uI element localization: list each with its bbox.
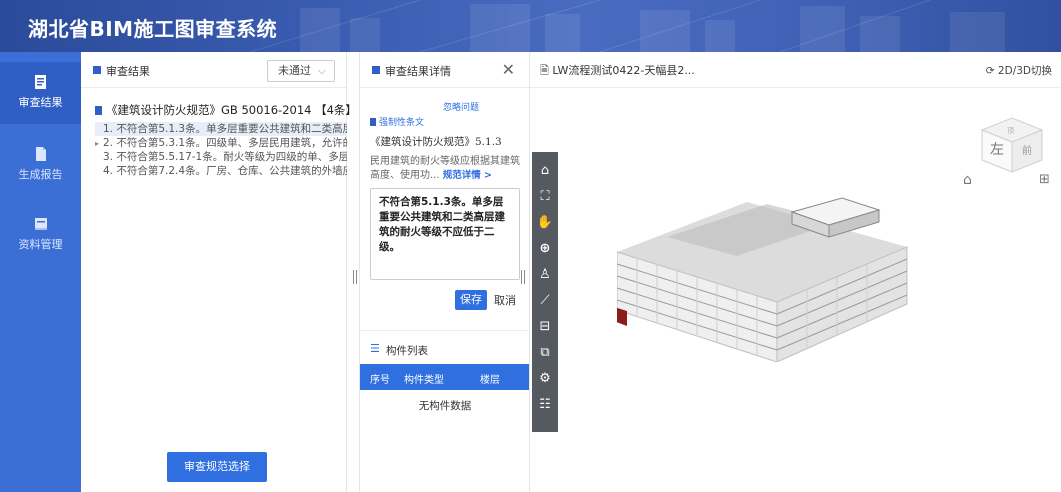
component-list-title: 构件列表 [386, 345, 428, 357]
pan-hand-icon[interactable]: ✋ [532, 210, 558, 236]
model-view-panel: 🗎 LW流程测试0422-天幅县2... ⟳ 2D/3D切换 左 前 顶 ⌂ ⊞ [529, 52, 1061, 492]
issue-text: 1. 不符合第5.1.3条。单多层重要公共建筑和二类高层... [103, 123, 347, 135]
cube-face-left: 左 [990, 142, 1004, 158]
nav-label: 生成报告 [18, 168, 63, 181]
viewer-toolbar: ⌂ ⛶ ✋ ⊕ ♙ ⟋ ⊟ ⧉ ⚙ ☷ [532, 152, 558, 432]
issue-item[interactable]: 3. 不符合第5.5.17-1条。耐火等级为四级的单、多层... [95, 150, 347, 164]
panel-header: 审查结果详情 ✕ [360, 52, 529, 88]
fit-view-icon[interactable]: ⛶ [532, 184, 558, 210]
view-header: 🗎 LW流程测试0422-天幅县2... ⟳ 2D/3D切换 [530, 52, 1061, 88]
nav-label: 审查结果 [18, 96, 63, 109]
orbit-icon[interactable]: ⊕ [532, 236, 558, 262]
status-filter-select[interactable]: 未通过 ⌵ [267, 60, 335, 82]
measure-icon[interactable]: ⟋ [532, 288, 558, 314]
person-walk-icon[interactable]: ♙ [532, 262, 558, 288]
issue-text: 4. 不符合第7.2.4条。厂房、仓库、公共建筑的外墙应... [103, 165, 347, 177]
component-table-header: 序号 构件类型 楼层 [360, 364, 530, 390]
component-list-header: ☰ 构件列表 [360, 330, 530, 364]
model-title: 🗎 LW流程测试0422-天幅县2... [540, 64, 695, 77]
clause-title: 《建筑设计防火规范》5.1.3 [370, 136, 502, 148]
panel-resize-handle[interactable] [521, 270, 525, 284]
report-icon [35, 147, 46, 161]
app-header: 湖北省BIM施工图审查系统 [0, 0, 1061, 52]
home-view-icon[interactable]: ⌂ [532, 158, 558, 184]
review-comment-textarea[interactable]: 不符合第5.1.3条。单多层重要公共建筑和二类高层建筑的耐火等级不应低于二级。 [370, 188, 520, 280]
properties-list-icon[interactable]: ☷ [532, 392, 558, 418]
home-icon[interactable]: ⌂ [963, 172, 972, 188]
clause-description: 民用建筑的耐火等级应根据其建筑高度、使用功... 规范详情 > [370, 156, 520, 181]
issue-item[interactable]: 1. 不符合第5.1.3条。单多层重要公共建筑和二类高层... [95, 122, 347, 136]
structure-tree-icon[interactable]: ⧉ [532, 340, 558, 366]
data-icon [34, 218, 47, 230]
empty-table-message: 无构件数据 [418, 400, 472, 412]
app-title: 湖北省BIM施工图审查系统 [28, 17, 278, 41]
book-icon [370, 118, 376, 126]
panel-header: 审查结果 未通过 ⌵ [81, 52, 346, 88]
save-button[interactable]: 保存 [455, 290, 487, 310]
nav-label: 资料管理 [18, 238, 63, 251]
section-icon[interactable]: ⊟ [532, 314, 558, 340]
standard-title-text: 《建筑设计防火规范》GB 50016-2014 【4条】 [106, 103, 357, 117]
nav-item-data-management[interactable]: 资料管理 [0, 204, 81, 266]
review-results-panel: 审查结果 未通过 ⌵ 《建筑设计防火规范》GB 50016-2014 【4条】 … [81, 52, 357, 492]
mandatory-clause-label: 强制性条文 [370, 115, 424, 128]
book-icon [95, 106, 102, 115]
rotate-icon: ⟳ [985, 65, 995, 77]
column-header: 楼层 [480, 375, 500, 386]
result-detail-panel: 审查结果详情 ✕ 忽略问题 强制性条文 《建筑设计防火规范》5.1.3 民用建筑… [359, 52, 530, 492]
panel-marker-icon [372, 66, 380, 74]
standard-detail-link[interactable]: 规范详情 > [443, 170, 492, 181]
grid-view-icon[interactable]: ⊞ [1039, 172, 1050, 187]
view-mode-toggle[interactable]: ⟳ 2D/3D切换 [986, 63, 1052, 78]
ignore-issue-link[interactable]: 忽略问题 [443, 100, 479, 113]
select-standard-button[interactable]: 审查规范选择 [167, 452, 267, 482]
issue-text: 2. 不符合第5.3.1条。四级单、多层民用建筑，允许的... [103, 137, 347, 149]
nav-item-generate-report[interactable]: 生成报告 [0, 134, 81, 196]
caret-right-icon: ▸ [95, 139, 100, 148]
list-icon: ☰ [370, 342, 380, 355]
column-header: 构件类型 [404, 375, 444, 386]
nav-item-review-results[interactable]: 审查结果 [0, 62, 81, 124]
chevron-down-icon: ⌵ [317, 64, 326, 77]
settings-gear-icon[interactable]: ⚙ [532, 366, 558, 392]
panel-title: 审查结果 [106, 65, 150, 78]
cancel-button[interactable]: 取消 [494, 292, 516, 308]
panel-resize-handle[interactable] [353, 270, 357, 284]
building-3d-model[interactable] [617, 192, 917, 362]
panel-marker-icon [93, 66, 101, 74]
status-filter-value: 未通过 [278, 64, 311, 77]
column-header: 序号 [370, 375, 390, 386]
cube-face-front: 前 [1022, 144, 1032, 157]
view-cube[interactable]: 左 前 顶 [972, 112, 1052, 174]
review-icon [34, 75, 46, 89]
document-icon: 🗎 [540, 64, 549, 77]
close-icon[interactable]: ✕ [502, 60, 515, 79]
sidebar-nav: 审查结果 生成报告 资料管理 [0, 52, 81, 492]
issue-text: 3. 不符合第5.5.17-1条。耐火等级为四级的单、多层... [103, 151, 347, 163]
issue-item[interactable]: ▸ 2. 不符合第5.3.1条。四级单、多层民用建筑，允许的... [95, 136, 347, 150]
panel-title: 审查结果详情 [385, 65, 451, 78]
issue-item[interactable]: 4. 不符合第7.2.4条。厂房、仓库、公共建筑的外墙应... [95, 164, 347, 178]
standard-title[interactable]: 《建筑设计防火规范》GB 50016-2014 【4条】 [95, 102, 357, 118]
cube-face-top: 顶 [1007, 127, 1014, 135]
